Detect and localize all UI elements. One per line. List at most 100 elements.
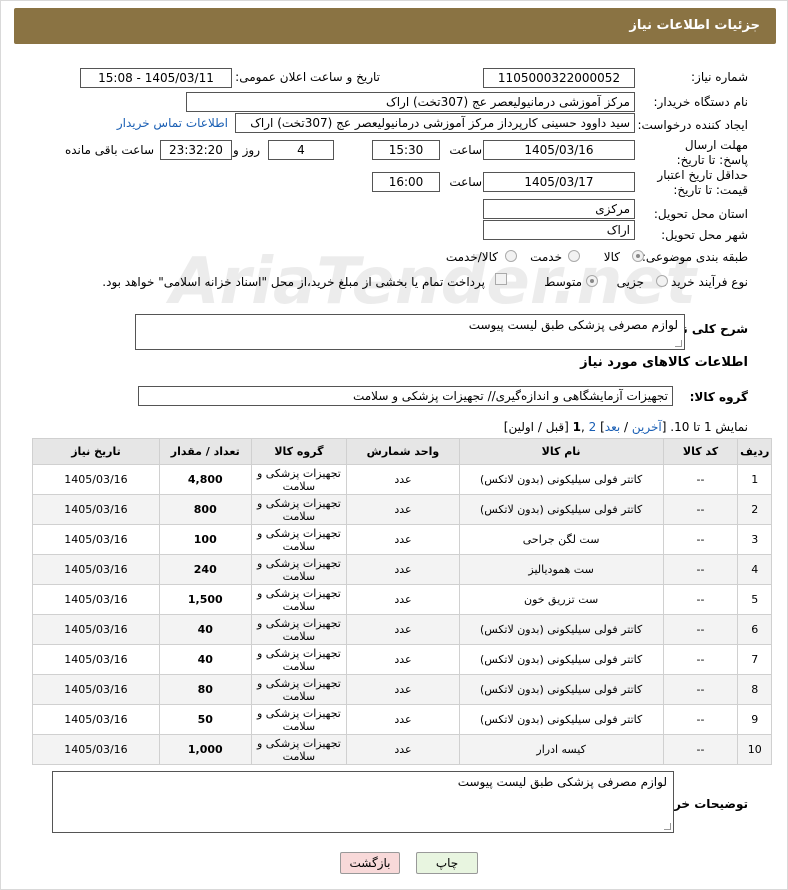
cell-code: -- [662,464,739,495]
print-button[interactable]: چاپ [416,852,478,874]
table-row[interactable]: 6 -- کاتتر فولی سیلیکونی (بدون لاتکس) عدد تج… [32,614,772,645]
cell-date: 1405/03/16 [32,644,160,675]
cell-unit: عدد [346,704,460,735]
buyer-notes-textarea[interactable]: لوازم مصرفی پزشکی طبق لیست پیوست [52,771,674,833]
cell-group: تجهیزات پزشکی و سلامت [250,554,348,585]
cell-name: ست لگن جراحی [458,524,664,555]
cell-date: 1405/03/16 [32,704,160,735]
remaining-time-label: ساعت باقی مانده [64,143,154,157]
process-radio-medium[interactable] [586,275,598,287]
category-radio-both[interactable] [505,250,517,262]
cell-group: تجهیزات پزشکی و سلامت [250,584,348,615]
cell-code: -- [662,494,739,525]
pagination-last-link[interactable]: آخرین [632,420,662,434]
cell-group: تجهیزات پزشکی و سلامت [250,494,348,525]
cell-date: 1405/03/16 [32,734,160,765]
table-row[interactable]: 10 -- کیسه ادرار عدد تجهیزات پزشکی و سلامت 1,… [32,734,772,765]
pagination-prefix: نمایش 1 تا 10. [ [661,420,748,434]
table-row[interactable]: 5 -- ست تزریق خون عدد تجهیزات پزشکی و سلامت 1… [32,584,772,615]
cell-name: ست تزریق خون [458,584,664,615]
province-field[interactable]: مرکزی [483,199,635,219]
col-header-quantity[interactable]: تعداد / مقدار [158,438,252,465]
announce-label: تاریخ و ساعت اعلان عمومی: [235,70,380,84]
validity-label: حداقل تاریخ اعتبار قیمت: تا تاریخ: [657,168,748,197]
deadline-time-label: ساعت [449,143,482,157]
summary-text: لوازم مصرفی پزشکی طبق لیست پیوست [468,318,678,332]
resize-handle-icon[interactable] [664,823,671,830]
cell-unit: عدد [346,524,460,555]
cell-name: کاتتر فولی سیلیکونی (بدون لاتکس) [458,644,664,675]
items-table: ردیف کد کالا نام کالا واحد شمارش گروه کا… [32,438,772,765]
col-header-code[interactable]: کد کالا [662,438,739,465]
cell-row-number: 9 [737,704,772,735]
table-header-row: ردیف کد کالا نام کالا واحد شمارش گروه کا… [32,438,772,465]
cell-code: -- [662,674,739,705]
treasury-payment-checkbox[interactable] [495,273,507,285]
cell-quantity: 50 [158,704,252,735]
goods-group-field[interactable]: تجهیزات آزمایشگاهی و اندازه‌گیری// تجهیز… [138,386,673,406]
table-row[interactable]: 1 -- کاتتر فولی سیلیکونی (بدون لاتکس) عدد تج… [32,464,772,495]
col-header-date[interactable]: تاریخ نیاز [32,438,160,465]
col-header-group[interactable]: گروه کالا [250,438,348,465]
table-row[interactable]: 7 -- کاتتر فولی سیلیکونی (بدون لاتکس) عدد تج… [32,644,772,675]
buyer-org-label: نام دستگاه خریدار: [653,95,749,109]
province-label: استان محل تحویل: [653,207,748,221]
cell-name: کاتتر فولی سیلیکونی (بدون لاتکس) [458,614,664,645]
cell-unit: عدد [346,554,460,585]
cell-code: -- [662,644,739,675]
days-field[interactable]: 4 [268,140,334,160]
col-header-row-number[interactable]: ردیف [737,438,772,465]
back-button[interactable]: بازگشت [340,852,400,874]
col-header-name[interactable]: نام کالا [458,438,664,465]
category-option-goods: کالا [603,250,620,264]
cell-quantity: 40 [158,644,252,675]
cell-name: کاتتر فولی سیلیکونی (بدون لاتکس) [458,494,664,525]
category-radio-goods[interactable] [632,250,644,262]
cell-code: -- [662,524,739,555]
deadline-date-field[interactable]: 1405/03/16 [483,140,635,160]
table-row[interactable]: 8 -- کاتتر فولی سیلیکونی (بدون لاتکس) عدد تج… [32,674,772,705]
creator-label: ایجاد کننده درخواست: [637,118,748,132]
cell-row-number: 2 [737,494,772,525]
validity-date-field[interactable]: 1405/03/17 [483,172,635,192]
process-radio-minor[interactable] [656,275,668,287]
table-row[interactable]: 9 -- کاتتر فولی سیلیکونی (بدون لاتکس) عدد تج… [32,704,772,735]
cell-row-number: 10 [737,734,772,765]
summary-textarea[interactable]: لوازم مصرفی پزشکی طبق لیست پیوست [135,314,685,350]
pagination-suffix: [قبل / اولین] [503,420,573,434]
resize-handle-icon[interactable] [675,340,682,347]
buyer-org-field[interactable]: مرکز آموزشی درمانیولیعصر عج (307تخت) ارا… [186,92,635,112]
deadline-time-field[interactable]: 15:30 [372,140,440,160]
validity-time-label: ساعت [449,175,482,189]
cell-group: تجهیزات پزشکی و سلامت [250,674,348,705]
cell-unit: عدد [346,674,460,705]
col-header-unit[interactable]: واحد شمارش [346,438,460,465]
cell-quantity: 1,500 [158,584,252,615]
cell-unit: عدد [346,614,460,645]
cell-code: -- [662,584,739,615]
cell-date: 1405/03/16 [32,674,160,705]
cell-date: 1405/03/16 [32,524,160,555]
pagination-sep: / [620,420,632,434]
contact-buyer-link[interactable]: اطلاعات تماس خریدار [117,116,228,130]
creator-field[interactable]: سید داوود حسینی کارپرداز مرکز آموزشی درم… [235,113,635,133]
category-radio-service[interactable] [568,250,580,262]
pagination: نمایش 1 تا 10. [آخرین / بعد] 2 ,1 [قبل /… [504,420,748,434]
cell-date: 1405/03/16 [32,614,160,645]
cell-row-number: 5 [737,584,772,615]
remaining-time-field[interactable]: 23:32:20 [160,140,232,160]
process-label: نوع فرآیند خرید : [663,275,748,289]
need-number-field[interactable]: 1105000322000052 [483,68,635,88]
table-row[interactable]: 4 -- ست همودیالیز عدد تجهیزات پزشکی و سلامت 2… [32,554,772,585]
table-row[interactable]: 2 -- کاتتر فولی سیلیکونی (بدون لاتکس) عدد تج… [32,494,772,525]
pagination-next-link[interactable]: بعد [605,420,620,434]
cell-quantity: 800 [158,494,252,525]
city-field[interactable]: اراک [483,220,635,240]
announce-field[interactable]: 1405/03/11 - 15:08 [80,68,232,88]
cell-row-number: 3 [737,524,772,555]
contact-buyer-link-text[interactable]: اطلاعات تماس خریدار [117,116,228,130]
city-label: شهر محل تحویل: [661,228,748,242]
table-row[interactable]: 3 -- ست لگن جراحی عدد تجهیزات پزشکی و سلامت 1… [32,524,772,555]
cell-quantity: 4,800 [158,464,252,495]
validity-time-field[interactable]: 16:00 [372,172,440,192]
